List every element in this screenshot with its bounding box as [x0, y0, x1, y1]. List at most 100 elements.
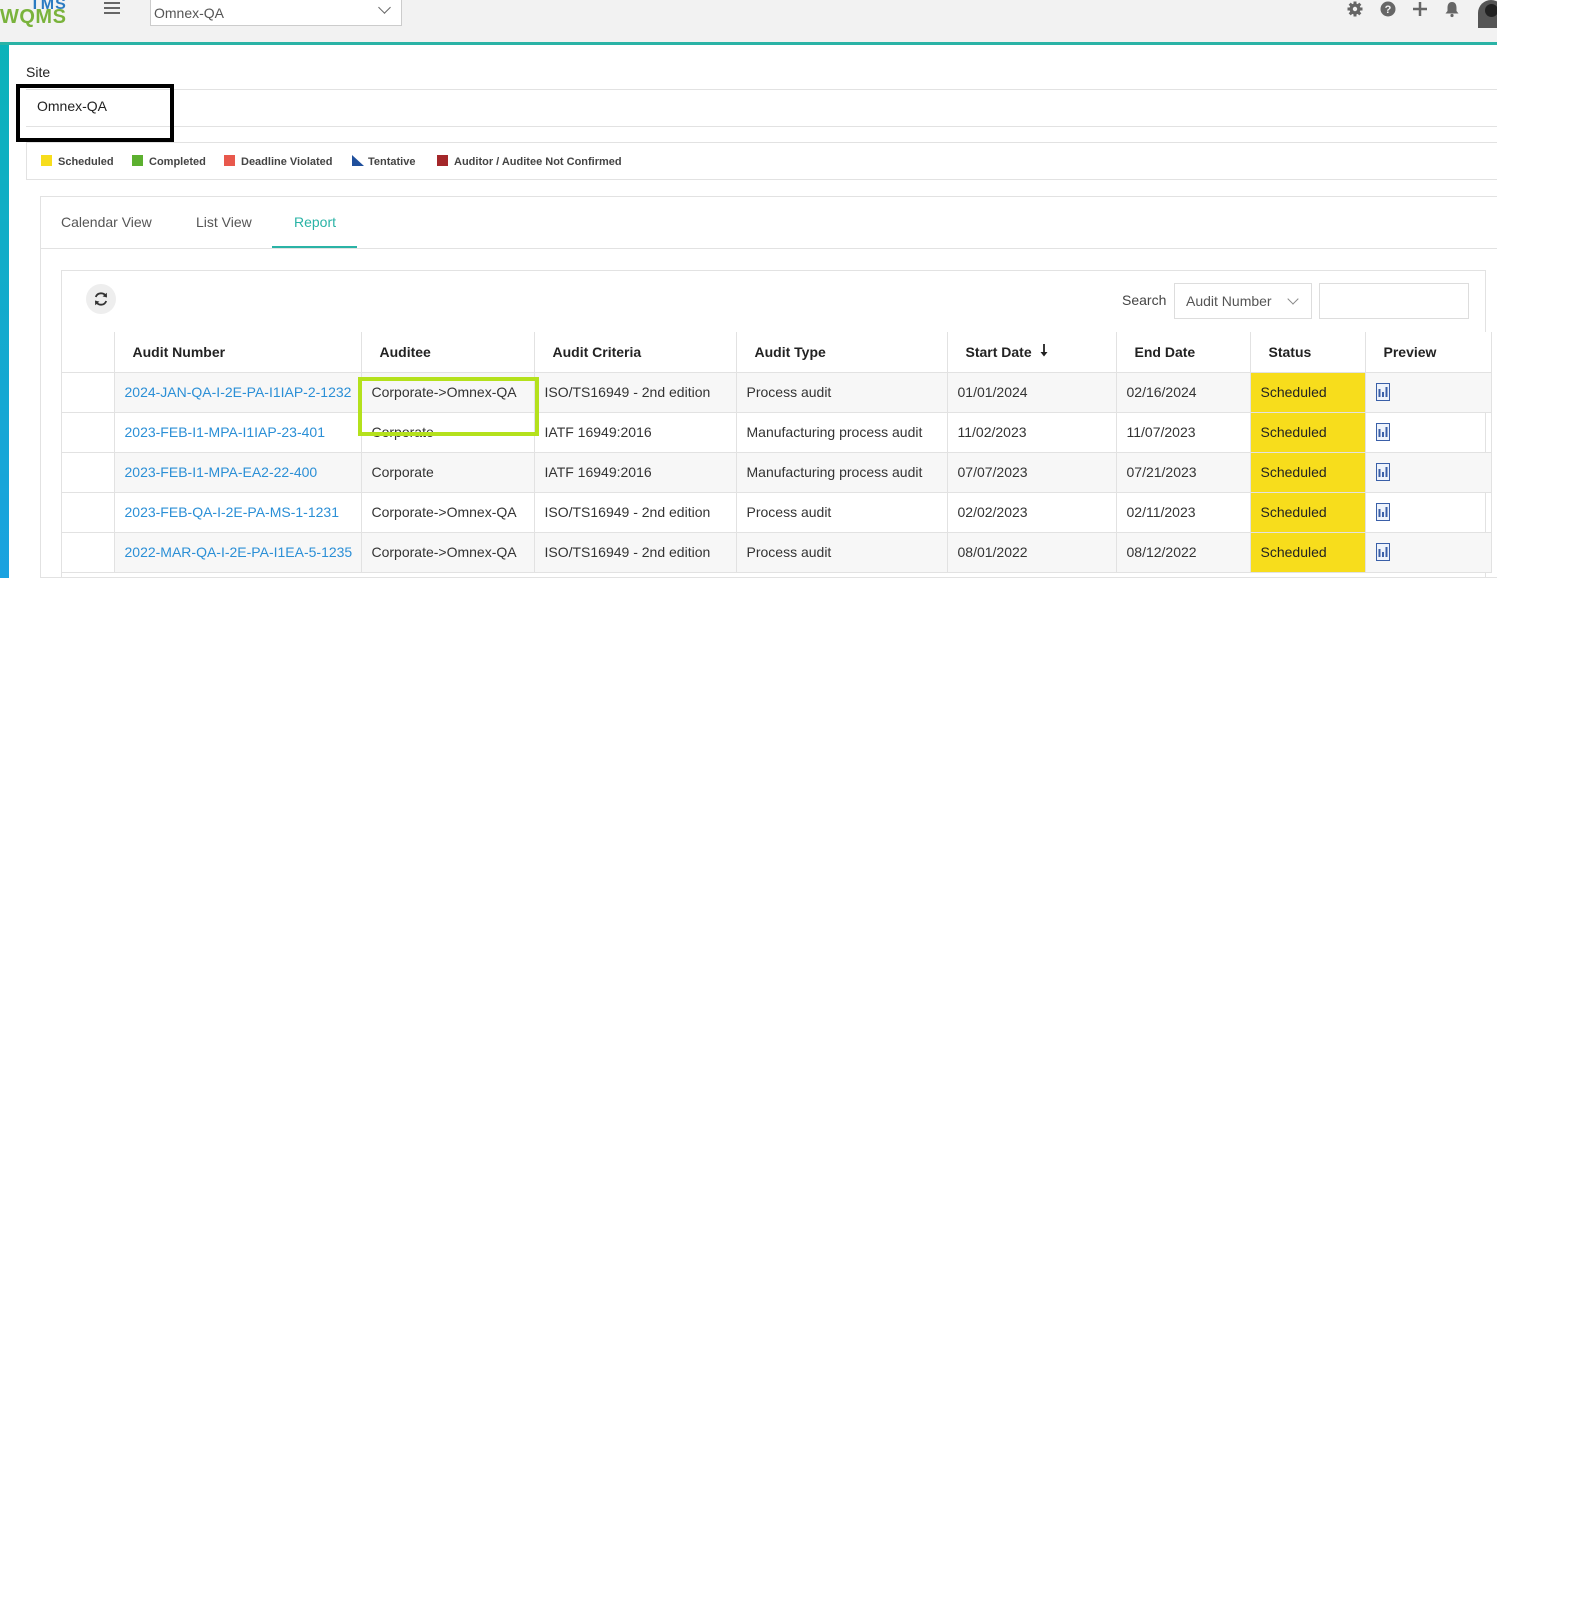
audit-criteria-cell: ISO/TS16949 - 2nd edition: [534, 492, 737, 533]
sort-descending-icon: [1040, 343, 1048, 357]
audit-type-cell: Manufacturing process audit: [736, 412, 948, 453]
column-header-preview[interactable]: Preview: [1365, 332, 1492, 373]
row-select-cell[interactable]: [62, 372, 115, 413]
start-date-cell: 01/01/2024: [947, 372, 1117, 413]
start-date-cell: 02/02/2023: [947, 492, 1117, 533]
column-header-audit-number[interactable]: Audit Number: [114, 332, 362, 373]
row-select-cell[interactable]: [62, 532, 115, 573]
tabs-divider: [41, 248, 1497, 249]
status-badge: Scheduled: [1250, 412, 1366, 453]
search-input[interactable]: [1319, 283, 1469, 319]
legend-swatch: [224, 155, 235, 166]
end-date-cell: 08/12/2022: [1116, 532, 1251, 573]
legend-label: Deadline Violated: [241, 156, 333, 168]
status-badge: Scheduled: [1250, 532, 1366, 573]
column-header-start-date[interactable]: Start Date: [947, 332, 1117, 373]
column-header-end-date[interactable]: End Date: [1116, 332, 1251, 373]
document-preview-icon[interactable]: [1375, 543, 1390, 562]
legend-label: Completed: [149, 156, 206, 168]
legend-triangle: [352, 155, 364, 166]
site-field[interactable]: [26, 89, 1497, 127]
table-row: 2023-FEB-I1-MPA-EA2-22-400 Corporate IAT…: [62, 452, 1492, 493]
legend-deadline-violated: Deadline Violated: [224, 155, 333, 169]
svg-text:?: ?: [1385, 4, 1392, 16]
start-date-cell: 11/02/2023: [947, 412, 1117, 453]
row-select-cell[interactable]: [62, 452, 115, 493]
auditee-cell: Corporate->Omnex-QA: [361, 492, 535, 533]
audit-type-cell: Process audit: [736, 492, 948, 533]
app-logo[interactable]: TMS WQMS: [0, 0, 70, 30]
table-row: 2024-JAN-QA-I-2E-PA-I1IAP-2-1232 Corpora…: [62, 372, 1492, 413]
chevron-down-icon: [1287, 293, 1299, 305]
preview-cell: [1365, 452, 1492, 493]
search-field-dropdown[interactable]: Audit Number: [1174, 283, 1312, 319]
document-preview-icon[interactable]: [1375, 423, 1390, 442]
site-dropdown[interactable]: Omnex-QA: [150, 0, 402, 26]
active-tab-indicator: [272, 246, 357, 248]
legend-swatch: [41, 155, 52, 166]
legend-not-confirmed: Auditor / Auditee Not Confirmed: [437, 155, 622, 169]
start-date-cell: 08/01/2022: [947, 532, 1117, 573]
audit-number-link[interactable]: 2023-FEB-I1-MPA-I1IAP-23-401: [114, 412, 362, 453]
document-preview-icon[interactable]: [1375, 503, 1390, 522]
row-select-header: [62, 332, 115, 373]
document-preview-icon[interactable]: [1375, 463, 1390, 482]
legend-label: Scheduled: [58, 156, 114, 168]
annotation-box-black: [16, 84, 174, 142]
audit-report-table: Audit Number Auditee Audit Criteria Audi…: [62, 332, 1492, 573]
legend-swatch: [437, 155, 448, 166]
legend-label: Tentative: [368, 156, 416, 168]
legend-scheduled: Scheduled: [41, 155, 114, 169]
app-window: TMS WQMS Omnex-QA ? Site Omnex-QA Schedu…: [0, 0, 1497, 578]
refresh-button[interactable]: [86, 284, 116, 314]
chevron-down-icon: [378, 1, 391, 14]
table-row: 2023-FEB-I1-MPA-I1IAP-23-401 Corporate I…: [62, 412, 1492, 453]
preview-cell: [1365, 412, 1492, 453]
tab-calendar-view[interactable]: Calendar View: [61, 214, 152, 230]
column-header-audit-criteria[interactable]: Audit Criteria: [534, 332, 737, 373]
annotation-box-green: [358, 377, 539, 436]
preview-cell: [1365, 492, 1492, 533]
status-badge: Scheduled: [1250, 452, 1366, 493]
column-header-status[interactable]: Status: [1250, 332, 1366, 373]
audit-number-link[interactable]: 2022-MAR-QA-I-2E-PA-I1EA-5-1235: [114, 532, 362, 573]
help-icon[interactable]: ?: [1379, 0, 1397, 18]
preview-cell: [1365, 372, 1492, 413]
hamburger-menu-icon[interactable]: [104, 0, 120, 16]
column-header-audit-type[interactable]: Audit Type: [736, 332, 948, 373]
audit-number-link[interactable]: 2023-FEB-I1-MPA-EA2-22-400: [114, 452, 362, 493]
refresh-icon: [94, 292, 108, 306]
audit-type-cell: Process audit: [736, 372, 948, 413]
audit-number-link[interactable]: 2024-JAN-QA-I-2E-PA-I1IAP-2-1232: [114, 372, 362, 413]
audit-number-link[interactable]: 2023-FEB-QA-I-2E-PA-MS-1-1231: [114, 492, 362, 533]
start-date-cell: 07/07/2023: [947, 452, 1117, 493]
end-date-cell: 02/11/2023: [1116, 492, 1251, 533]
legend-tentative: Tentative: [352, 155, 415, 169]
bell-icon[interactable]: [1443, 0, 1461, 18]
tab-list-view[interactable]: List View: [196, 214, 252, 230]
audit-criteria-cell: IATF 16949:2016: [534, 452, 737, 493]
tab-report[interactable]: Report: [294, 214, 336, 230]
audit-criteria-cell: IATF 16949:2016: [534, 412, 737, 453]
status-badge: Scheduled: [1250, 492, 1366, 533]
user-avatar-icon[interactable]: [1478, 0, 1497, 28]
audit-type-cell: Process audit: [736, 532, 948, 573]
column-header-label: Start Date: [965, 343, 1032, 360]
audit-type-cell: Manufacturing process audit: [736, 452, 948, 493]
audit-criteria-cell: ISO/TS16949 - 2nd edition: [534, 532, 737, 573]
legend-swatch: [132, 155, 143, 166]
row-select-cell[interactable]: [62, 492, 115, 533]
end-date-cell: 11/07/2023: [1116, 412, 1251, 453]
auditee-cell: Corporate->Omnex-QA: [361, 532, 535, 573]
column-header-auditee[interactable]: Auditee: [361, 332, 535, 373]
plus-icon[interactable]: [1411, 0, 1429, 18]
legend-label: Auditor / Auditee Not Confirmed: [454, 156, 622, 168]
site-dropdown-value: Omnex-QA: [154, 5, 225, 21]
audit-criteria-cell: ISO/TS16949 - 2nd edition: [534, 372, 737, 413]
status-badge: Scheduled: [1250, 372, 1366, 413]
gear-icon[interactable]: [1346, 0, 1364, 18]
end-date-cell: 07/21/2023: [1116, 452, 1251, 493]
document-preview-icon[interactable]: [1375, 383, 1390, 402]
auditee-cell: Corporate: [361, 452, 535, 493]
row-select-cell[interactable]: [62, 412, 115, 453]
